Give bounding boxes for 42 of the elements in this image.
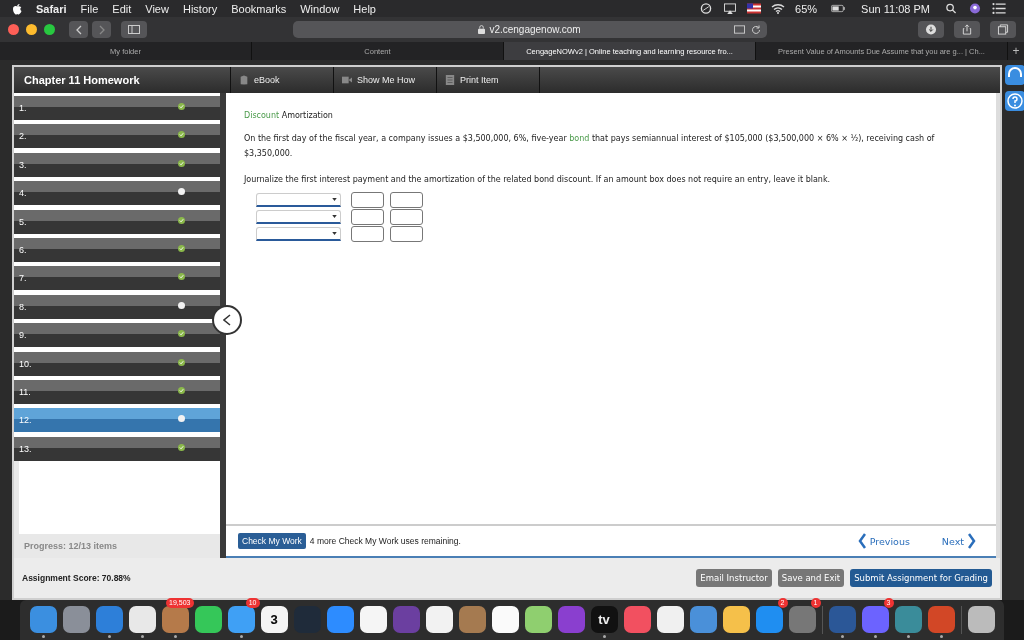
menu-item[interactable]: History: [182, 2, 218, 15]
glossary-link[interactable]: bond: [569, 134, 590, 143]
question-item[interactable]: 12.: [14, 408, 220, 433]
dock-app-icon[interactable]: tv: [590, 606, 618, 633]
address-text: v2.cengagenow.com: [489, 24, 581, 35]
submit-button[interactable]: Submit Assignment for Grading: [850, 569, 992, 587]
question-item[interactable]: 5.: [14, 209, 220, 234]
menu-app-name[interactable]: Safari: [36, 2, 67, 15]
question-item[interactable]: 10.: [14, 351, 220, 376]
question-text: On the first day of the fiscal year, a company issues a $3,500,000, 6%, five-year bond that pays semiannual interest of $105,000 ($3,500,000 × 6% × ½), receiving cash of $3,350,000.: [244, 133, 936, 160]
question-item[interactable]: 1.: [14, 96, 220, 120]
question-item[interactable]: 9.: [14, 323, 220, 348]
menu-item[interactable]: Bookmarks: [231, 2, 287, 15]
assignment-score: Assignment Score: 70.88%: [22, 573, 131, 583]
question-item[interactable]: 4.: [14, 181, 220, 206]
question-item[interactable]: 2.: [14, 124, 220, 149]
question-item[interactable]: 11.: [14, 379, 220, 404]
menu-item[interactable]: Edit: [112, 2, 132, 15]
question-item[interactable]: 8.: [14, 294, 220, 319]
progress-text: Progress: 12/13 items: [23, 540, 119, 553]
address-bar[interactable]: v2.cengagenow.com: [292, 21, 767, 38]
dock-app-icon[interactable]: 3: [260, 606, 288, 633]
new-tab-button[interactable]: +: [1008, 42, 1024, 60]
action-button[interactable]: Email Instructor: [696, 569, 772, 587]
instruction-text: Journalize the first interest payment and the amortization of the related bond discount. If an amount box does not require an entry, leave it blank.: [244, 174, 832, 186]
menu-item[interactable]: Help: [353, 2, 376, 15]
question-title: Discount Amortization: [244, 111, 334, 120]
battery-percent: 65%: [795, 2, 818, 15]
menu-item[interactable]: Window: [300, 2, 340, 15]
question-item[interactable]: 7.: [14, 266, 220, 291]
menu-item[interactable]: View: [145, 2, 169, 15]
menu-item[interactable]: File: [80, 2, 99, 15]
glossary-link[interactable]: Discount: [244, 111, 280, 120]
menu-clock[interactable]: Sun 11:08 PM: [861, 2, 930, 15]
question-item[interactable]: 3.: [14, 152, 220, 177]
action-button[interactable]: Save and Exit: [777, 569, 845, 587]
check-my-work-button[interactable]: Check My Work: [238, 533, 306, 549]
remaining-text: 4 more Check My Work uses remaining.: [309, 536, 461, 546]
question-item[interactable]: 6.: [14, 237, 220, 262]
previous-link[interactable]: Previous: [857, 533, 910, 549]
next-link[interactable]: Next: [941, 533, 976, 549]
question-item[interactable]: 13.: [14, 436, 220, 461]
